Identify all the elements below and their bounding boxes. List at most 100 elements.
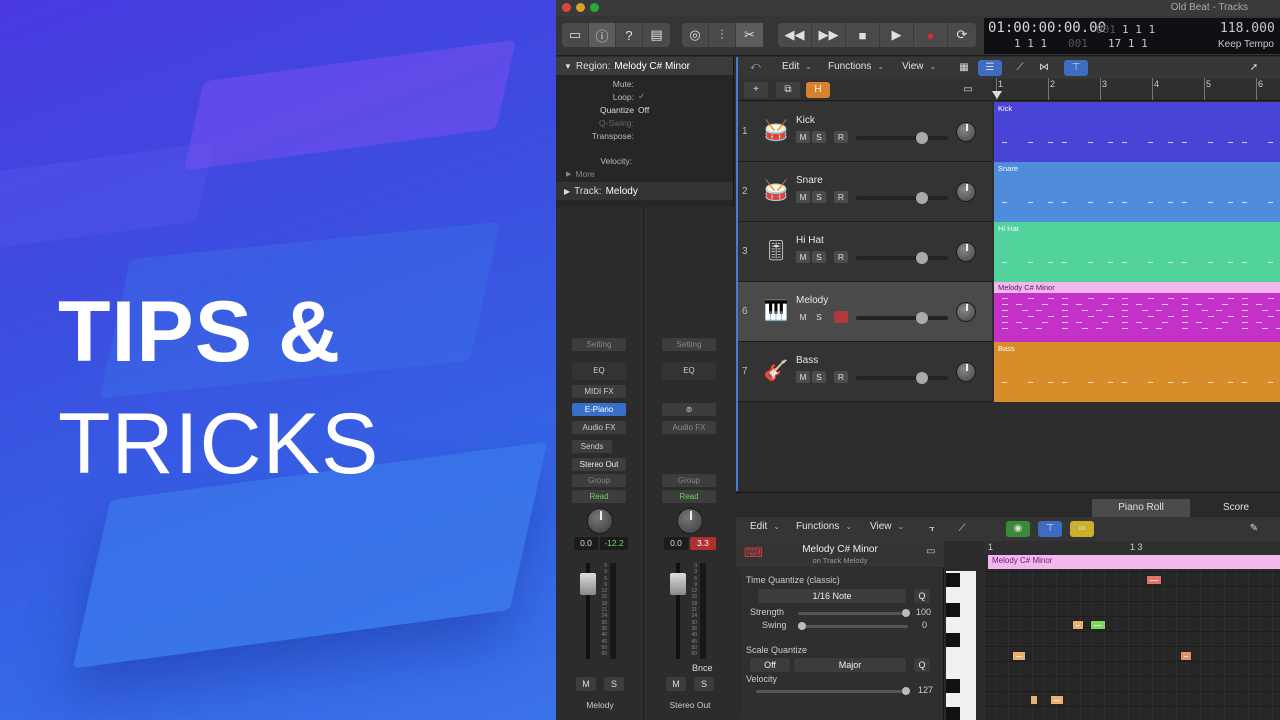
hide-tracks-icon[interactable]: H (806, 82, 830, 98)
output-button[interactable]: Stereo Out (572, 458, 626, 471)
editor-view-menu[interactable]: View ⌄ (870, 521, 904, 532)
group-button[interactable]: Group (662, 474, 716, 487)
track-pan-knob[interactable] (956, 242, 976, 262)
piano-roll-region-header[interactable]: Melody C# Minor (988, 555, 1280, 569)
swing-slider-handle[interactable] (798, 622, 806, 630)
black-key[interactable] (946, 603, 960, 617)
track-volume-slider[interactable] (856, 376, 948, 380)
velocity-slider[interactable] (756, 690, 908, 693)
track-volume-slider[interactable] (856, 316, 948, 320)
time-quantize-select[interactable]: 1/16 Note (758, 589, 906, 603)
solo-button[interactable]: S (694, 677, 714, 691)
snap-icon[interactable]: ⊤ (1038, 521, 1062, 537)
eq-button[interactable]: EQ (662, 362, 716, 380)
track-header[interactable]: 6 🎹 Melody M S (738, 282, 992, 342)
track-volume-handle[interactable] (916, 372, 928, 384)
black-key[interactable] (946, 573, 960, 587)
loop-checkbox[interactable]: ✓ (638, 91, 645, 102)
track-region[interactable]: Hi Hat (994, 222, 1280, 282)
automation-icon[interactable]: ⟋ (950, 521, 974, 537)
track-mute-button[interactable]: M (796, 251, 810, 263)
quantize-q-button[interactable]: Q (914, 589, 930, 603)
add-track-icon[interactable]: + (744, 82, 768, 98)
piano-keyboard[interactable] (946, 571, 976, 720)
midi-note[interactable] (1180, 651, 1192, 661)
scale-type-select[interactable]: Major (794, 658, 906, 672)
zoom-window-button[interactable] (590, 3, 599, 12)
volume-fader-handle[interactable] (580, 573, 596, 595)
toolbar-toggle-icon[interactable]: ▤ (643, 23, 670, 47)
bar-ruler[interactable]: 1 2 3 4 5 6 (992, 78, 1280, 101)
midi-note[interactable] (1072, 620, 1084, 630)
audio-fx-button[interactable]: Audio FX (662, 421, 716, 434)
midi-note[interactable] (1012, 651, 1026, 661)
eq-button[interactable]: EQ (572, 362, 626, 380)
minimize-window-button[interactable] (576, 3, 585, 12)
track-region[interactable]: Kick (994, 102, 1280, 162)
track-solo-button[interactable]: S (812, 131, 826, 143)
instrument-slot[interactable]: E-Piano (572, 403, 626, 416)
quantize-value[interactable]: Off (638, 105, 649, 115)
back-arrow-icon[interactable]: ⤺ (750, 61, 761, 72)
track-pan-knob[interactable] (956, 362, 976, 382)
track-mute-button[interactable]: M (796, 371, 810, 383)
inspector-icon[interactable]: ⓘ (589, 23, 616, 47)
track-mute-button[interactable]: M (796, 131, 810, 143)
more-toggle[interactable]: ▶ More (556, 167, 733, 180)
piano-roll-ruler[interactable]: 1 1 3 (984, 541, 1280, 555)
midi-note[interactable] (1090, 620, 1106, 630)
track-solo-button[interactable]: S (812, 371, 826, 383)
track-header[interactable]: 3 🎚 Hi Hat M S R (738, 222, 992, 282)
track-volume-handle[interactable] (916, 192, 928, 204)
track-header[interactable]: ▶ Track: Melody (556, 182, 733, 200)
midi-fx-button[interactable]: MIDI FX (572, 385, 626, 398)
catch-icon[interactable]: ⫟ (920, 521, 944, 537)
track-region[interactable]: Bass (994, 342, 1280, 402)
note-grid[interactable] (984, 571, 1280, 720)
smart-controls-icon[interactable]: ◎ (682, 23, 709, 47)
track-pan-knob[interactable] (956, 122, 976, 142)
pencil-tool-icon[interactable]: ✎ (1242, 521, 1266, 537)
setting-button[interactable]: Setting (662, 338, 716, 351)
view-menu[interactable]: View ⌄ (902, 61, 936, 72)
strength-slider-handle[interactable] (902, 609, 910, 617)
duplicate-track-icon[interactable]: ⧉ (776, 82, 800, 98)
black-key[interactable] (946, 707, 960, 720)
automation-icon[interactable]: ⟋ (1008, 60, 1032, 76)
black-key[interactable] (946, 633, 960, 647)
pan-knob[interactable] (677, 508, 703, 534)
quick-help-icon[interactable]: ? (616, 23, 643, 47)
track-pan-knob[interactable] (956, 182, 976, 202)
edit-menu[interactable]: Edit ⌄ (782, 61, 812, 72)
rewind-icon[interactable]: ◀◀ (778, 23, 812, 47)
cycle-icon[interactable]: ⟳ (948, 23, 976, 47)
track-region[interactable]: Snare (994, 162, 1280, 222)
close-window-button[interactable] (562, 3, 571, 12)
track-volume-slider[interactable] (856, 196, 948, 200)
scale-q-button[interactable]: Q (914, 658, 930, 672)
inspector-row[interactable]: Loop: ✓ (556, 90, 733, 103)
editor-functions-menu[interactable]: Functions ⌄ (796, 521, 852, 532)
track-region[interactable]: Melody C# Minor (994, 282, 1280, 342)
pan-knob[interactable] (587, 508, 613, 534)
track-pan-knob[interactable] (956, 302, 976, 322)
inspector-row[interactable]: Velocity: (556, 154, 733, 167)
solo-button[interactable]: S (604, 677, 624, 691)
mixer-icon[interactable]: ⫶ (709, 23, 736, 47)
midi-in-icon[interactable]: ◉ (1006, 521, 1030, 537)
midi-note[interactable] (1146, 575, 1162, 585)
inspector-row[interactable]: Mute: (556, 77, 733, 90)
setting-button[interactable]: Setting (572, 338, 626, 351)
lcd-display[interactable]: 01:00:00:00.00 1 1 1 001 001 1 1 1 17 1 … (984, 18, 1280, 54)
stop-icon[interactable]: ■ (846, 23, 880, 47)
sends-button[interactable]: Sends (572, 440, 612, 453)
audio-fx-button[interactable]: Audio FX (572, 421, 626, 434)
inspector-row[interactable]: Q-Swing: (556, 116, 733, 129)
inspector-row[interactable]: Transpose: (556, 129, 733, 142)
midi-note[interactable] (1030, 695, 1038, 705)
list-view-icon[interactable]: ☰ (978, 60, 1002, 76)
flex-icon[interactable]: ⋈ (1032, 60, 1056, 76)
midi-note[interactable] (1050, 695, 1064, 705)
track-header[interactable]: 1 🥁 Kick M S R (738, 102, 992, 162)
tab-score[interactable]: Score (1192, 499, 1280, 517)
